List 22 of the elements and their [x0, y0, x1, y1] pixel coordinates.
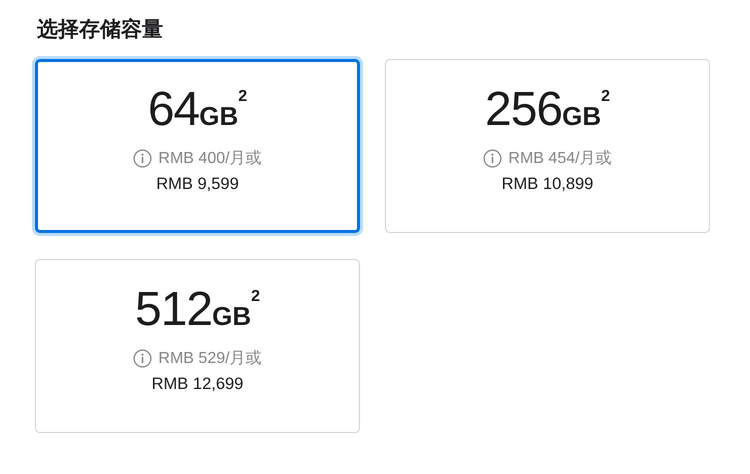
monthly-price: RMB 454/月或: [508, 148, 612, 169]
capacity-unit: GB: [199, 103, 238, 129]
storage-option-card[interactable]: 64GB 2 RMB 400/月或 RMB 9,599: [35, 59, 360, 233]
monthly-price: RMB 400/月或: [158, 148, 262, 169]
info-icon[interactable]: [483, 149, 502, 168]
storage-option-card[interactable]: 256GB 2 RMB 454/月或 RMB 10,899: [385, 59, 710, 233]
capacity-value: 256: [485, 86, 562, 134]
info-icon[interactable]: [133, 349, 152, 368]
footnote-mark: 2: [251, 289, 260, 305]
monthly-price: RMB 529/月或: [158, 348, 262, 369]
capacity-value: 512: [135, 286, 212, 334]
footnote-mark: 2: [601, 89, 610, 105]
section-title: 选择存储容量: [37, 16, 164, 43]
info-icon[interactable]: [133, 149, 152, 168]
capacity-unit: GB: [562, 103, 602, 129]
capacity-value: 64: [148, 86, 200, 134]
storage-option-card[interactable]: 512GB 2 RMB 529/月或 RMB 12,699: [35, 259, 360, 433]
full-price: RMB 10,899: [502, 175, 594, 194]
footnote-mark: 2: [238, 89, 248, 105]
full-price: RMB 12,699: [152, 375, 244, 394]
full-price: RMB 9,599: [156, 175, 239, 194]
capacity-unit: GB: [212, 303, 252, 329]
